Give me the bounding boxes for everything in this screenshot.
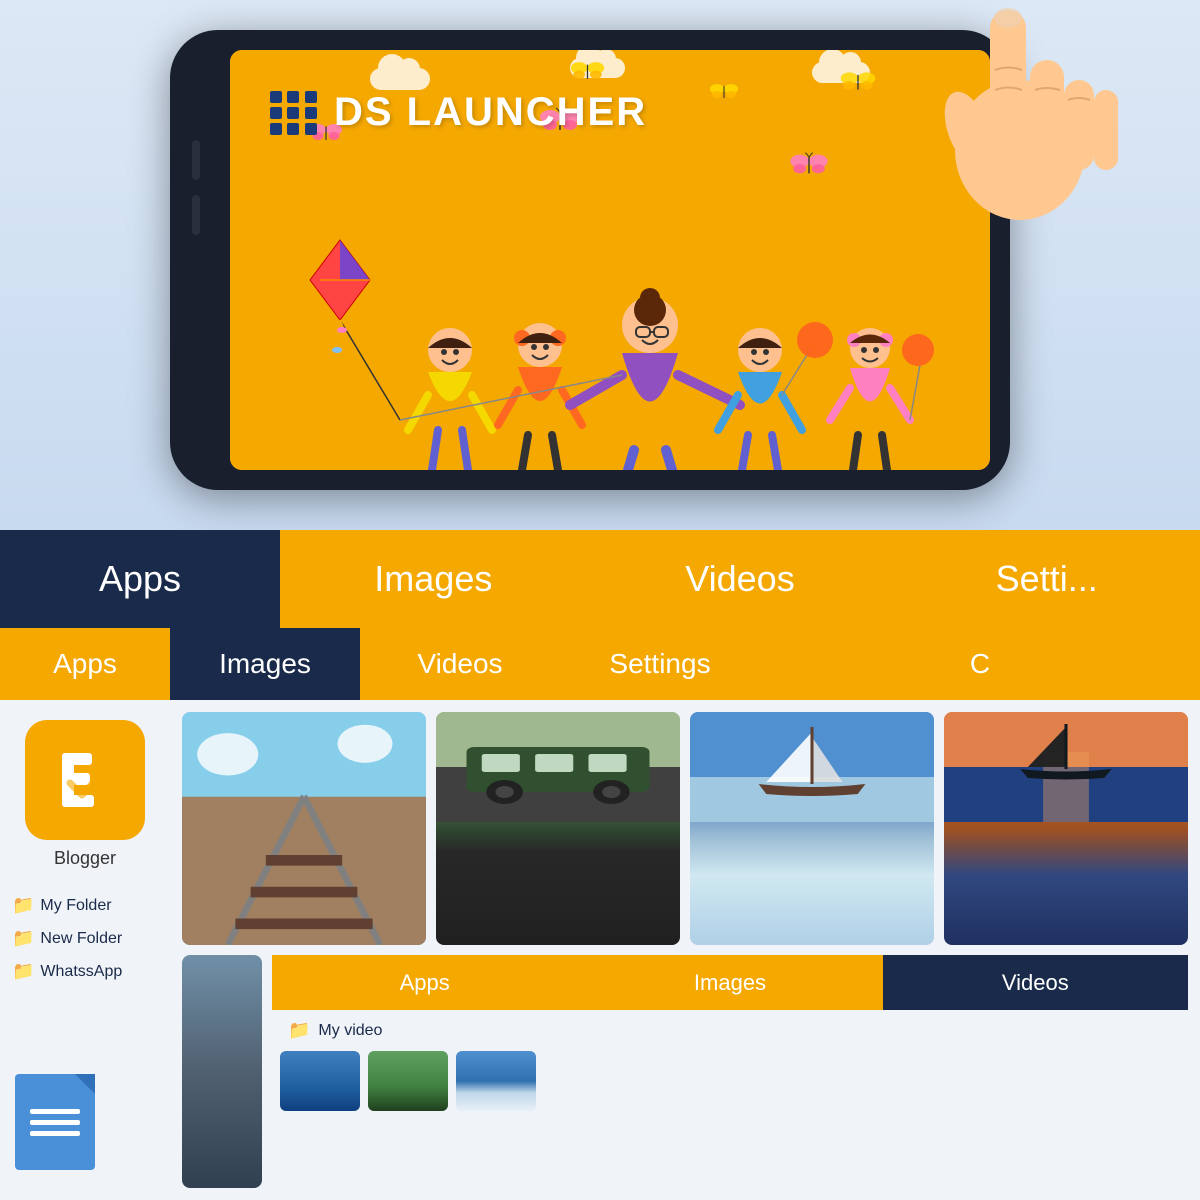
images-row-1 (182, 712, 1188, 945)
butterfly-icon-4 (840, 68, 876, 94)
row2-right: Apps Images Videos 📁 My v (272, 955, 1188, 1188)
folder-item-new-folder[interactable]: 📁 New Folder (12, 922, 170, 955)
tab-videos-row3[interactable]: Videos (883, 955, 1188, 1010)
blogger-icon-svg (40, 735, 130, 825)
phone-body: DS LAUNCHER (170, 30, 1010, 490)
docs-line-3 (30, 1131, 80, 1136)
sailboat2-svg (944, 712, 1188, 822)
images-row-2: Apps Images Videos 📁 My v (182, 955, 1188, 1188)
tab-settings-row1[interactable]: Setti... (893, 530, 1200, 628)
hand-pointing (900, 0, 1100, 210)
content-area: Blogger 📁 My Folder 📁 New Folder 📁 Whats… (0, 700, 1200, 1200)
video-thumb-1[interactable] (280, 1051, 360, 1111)
tab-images-row1[interactable]: Images (280, 530, 587, 628)
video-thumbnails (272, 1051, 1188, 1111)
folder-item-my-folder[interactable]: 📁 My Folder (12, 889, 170, 922)
images-grid-area: Apps Images Videos 📁 My v (170, 700, 1200, 1200)
bottom-section: Apps Images Videos Settings C (0, 628, 1200, 1200)
tab-apps-row2[interactable]: Apps (0, 628, 170, 700)
sailboat1-svg (690, 712, 934, 822)
blogger-label: Blogger (54, 848, 116, 869)
my-video-label: My video (318, 1022, 382, 1040)
phone-wrapper: DS LAUNCHER (140, 20, 1060, 510)
tab-bar-overlay-container: Apps Images Videos 📁 My v (272, 955, 1188, 1188)
image-thumb-sailboat2[interactable] (944, 712, 1188, 945)
butterfly-icon-2 (570, 58, 605, 83)
folder-icon-2: 📁 (12, 928, 34, 949)
tab-apps-row1[interactable]: Apps (0, 530, 280, 628)
butterfly-near-title-icon (710, 80, 738, 102)
butterfly-icon-3 (790, 150, 828, 178)
google-docs-icon[interactable] (15, 1074, 95, 1170)
video-thumb-2[interactable] (368, 1051, 448, 1111)
folder-list: 📁 My Folder 📁 New Folder 📁 WhatssApp (0, 889, 170, 988)
launcher-grid-icon (270, 91, 318, 135)
tab-settings-row2[interactable]: Settings (560, 628, 760, 700)
tab-bar-row-2: Apps Images Videos Settings C (0, 628, 1200, 700)
phone-screen: DS LAUNCHER (230, 50, 990, 470)
image-thumb-sailboat1[interactable] (690, 712, 934, 945)
phone-screen-inner: DS LAUNCHER (230, 50, 990, 470)
tab-videos-row1[interactable]: Videos (587, 530, 894, 628)
tab-bar-row-3: Apps Images Videos (272, 955, 1188, 1010)
phone-volume-down-button (192, 195, 200, 235)
launcher-logo: DS LAUNCHER (270, 90, 647, 135)
phone-section: DS LAUNCHER (0, 0, 1200, 530)
folder-video-icon: 📁 (288, 1020, 310, 1041)
tab-more-row2[interactable]: C (760, 628, 1200, 700)
docs-line-2 (30, 1120, 80, 1125)
phone-volume-up-button (192, 140, 200, 180)
blogger-app-icon[interactable] (25, 720, 145, 840)
tab-videos-row2[interactable]: Videos (360, 628, 560, 700)
folder-icon-1: 📁 (12, 895, 34, 916)
cloud-decoration-1 (370, 68, 430, 90)
docs-line-1 (30, 1109, 80, 1114)
my-video-section: 📁 My video (272, 1010, 1188, 1051)
railway-svg (182, 712, 426, 945)
folder-item-whatsapp[interactable]: 📁 WhatssApp (12, 955, 170, 988)
image-thumb-train[interactable] (436, 712, 680, 945)
docs-icon-area (15, 1074, 95, 1170)
image-thumb-railway[interactable] (182, 712, 426, 945)
hand-icon (900, 0, 1120, 230)
tab-bar-row-1: Apps Images Videos Setti... (0, 530, 1200, 628)
tab-apps-row3[interactable]: Apps (272, 955, 577, 1010)
tab-images-row3[interactable]: Images (577, 955, 882, 1010)
video-thumb-3[interactable] (456, 1051, 536, 1111)
tab-images-row2[interactable]: Images (170, 628, 360, 700)
left-sidebar: Blogger 📁 My Folder 📁 New Folder 📁 Whats… (0, 700, 170, 1200)
launcher-title: DS LAUNCHER (334, 90, 647, 135)
train-svg (436, 712, 680, 822)
family-illustration (260, 220, 940, 470)
image-thumb-mountain[interactable] (182, 955, 262, 1188)
folder-icon-3: 📁 (12, 961, 34, 982)
